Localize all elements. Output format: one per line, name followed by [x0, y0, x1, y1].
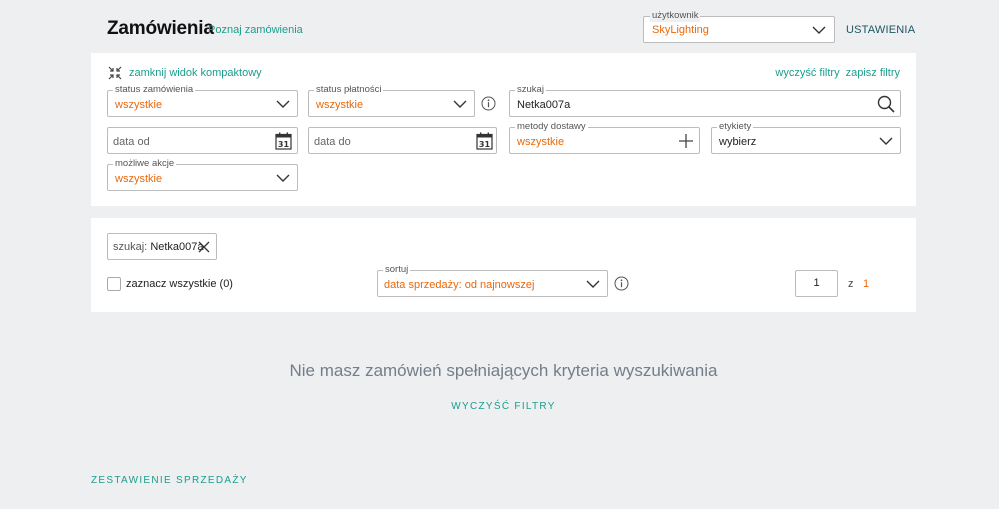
page-number-input[interactable]: 1	[795, 270, 838, 297]
chip-key: szukaj:	[113, 240, 148, 253]
user-select-legend: użytkownik	[650, 10, 701, 22]
payment-status-select[interactable]: status płatności wszystkie	[308, 84, 475, 117]
header: Zamówienia Poznaj zamówienia użytkownik …	[0, 0, 999, 53]
calendar-icon[interactable]: 31	[275, 132, 292, 150]
chevron-down-icon	[276, 100, 290, 108]
calendar-icon[interactable]: 31	[476, 132, 493, 150]
collapse-icon	[108, 66, 122, 79]
info-icon[interactable]	[614, 276, 629, 291]
labels-legend: etykiety	[717, 121, 754, 133]
filter-actions: wyczyść filtry zapisz filtry	[775, 67, 900, 79]
date-from-field[interactable]: data od 31	[107, 127, 298, 154]
select-all-checkbox[interactable]	[107, 277, 121, 291]
delivery-methods-select[interactable]: metody dostawy wszystkie	[509, 121, 700, 154]
delivery-methods-legend: metody dostawy	[515, 121, 588, 133]
select-all[interactable]: zaznacz wszystkie (0)	[107, 277, 233, 291]
possible-actions-select[interactable]: możliwe akcje wszystkie	[107, 158, 298, 191]
close-icon[interactable]	[198, 241, 210, 253]
payment-status-value: wszystkie	[316, 99, 364, 111]
chip-value: Netka007a	[150, 240, 204, 253]
page-of-label: z	[848, 278, 854, 290]
clear-filters-button[interactable]: WYCZYŚĆ FILTRY	[0, 401, 999, 412]
order-status-legend: status zamówienia	[113, 84, 196, 96]
plus-icon[interactable]	[679, 134, 693, 148]
settings-link[interactable]: USTAWIENIA	[846, 24, 915, 36]
date-to-field[interactable]: data do 31	[308, 127, 497, 154]
possible-actions-legend: możliwe akcje	[113, 158, 177, 170]
page-total[interactable]: 1	[863, 278, 869, 290]
sort-value: data sprzedaży: od najnowszej	[384, 279, 535, 291]
order-status-value: wszystkie	[115, 99, 163, 111]
learn-orders-link[interactable]: Poznaj zamówienia	[208, 24, 303, 36]
select-all-label: zaznacz wszystkie (0)	[126, 278, 233, 290]
info-icon[interactable]	[481, 96, 496, 111]
user-select-value: SkyLighting	[652, 24, 709, 36]
date-to-placeholder: data do	[314, 136, 351, 148]
calendar-day: 31	[278, 140, 290, 149]
active-filter-chip: szukaj: Netka007a	[107, 233, 217, 260]
sort-select[interactable]: sortuj data sprzedaży: od najnowszej	[377, 264, 608, 297]
page-title: Zamówienia	[107, 18, 214, 39]
search-input[interactable]: Netka007a	[517, 99, 570, 111]
results-panel: szukaj: Netka007a zaznacz wszystkie (0) …	[91, 218, 916, 312]
delivery-methods-value: wszystkie	[517, 136, 565, 148]
order-status-select[interactable]: status zamówienia wszystkie	[107, 84, 298, 117]
chevron-down-icon	[812, 26, 826, 34]
sales-summary-link[interactable]: ZESTAWIENIE SPRZEDAŻY	[91, 475, 248, 486]
filters-panel: zamknij widok kompaktowy wyczyść filtry …	[91, 53, 916, 206]
search-icon[interactable]	[877, 95, 895, 113]
chevron-down-icon	[276, 174, 290, 182]
labels-value: wybierz	[719, 136, 757, 148]
sort-legend: sortuj	[383, 264, 411, 276]
save-filters-link[interactable]: zapisz filtry	[846, 67, 900, 79]
possible-actions-value: wszystkie	[115, 173, 163, 185]
user-select[interactable]: użytkownik SkyLighting	[643, 10, 835, 43]
compact-view-toggle[interactable]: zamknij widok kompaktowy	[108, 65, 262, 80]
chevron-down-icon	[879, 137, 893, 145]
chevron-down-icon	[453, 100, 467, 108]
clear-filters-link[interactable]: wyczyść filtry	[775, 67, 839, 79]
calendar-day: 31	[479, 140, 491, 149]
search-legend: szukaj	[515, 84, 546, 96]
search-field[interactable]: szukaj Netka007a	[509, 84, 901, 117]
payment-status-legend: status płatności	[314, 84, 384, 96]
labels-select[interactable]: etykiety wybierz	[711, 121, 901, 154]
chevron-down-icon	[586, 280, 600, 288]
date-from-placeholder: data od	[113, 136, 150, 148]
empty-state-message: Nie masz zamówień spełniających kryteria…	[289, 361, 718, 380]
compact-view-label: zamknij widok kompaktowy	[129, 66, 262, 79]
